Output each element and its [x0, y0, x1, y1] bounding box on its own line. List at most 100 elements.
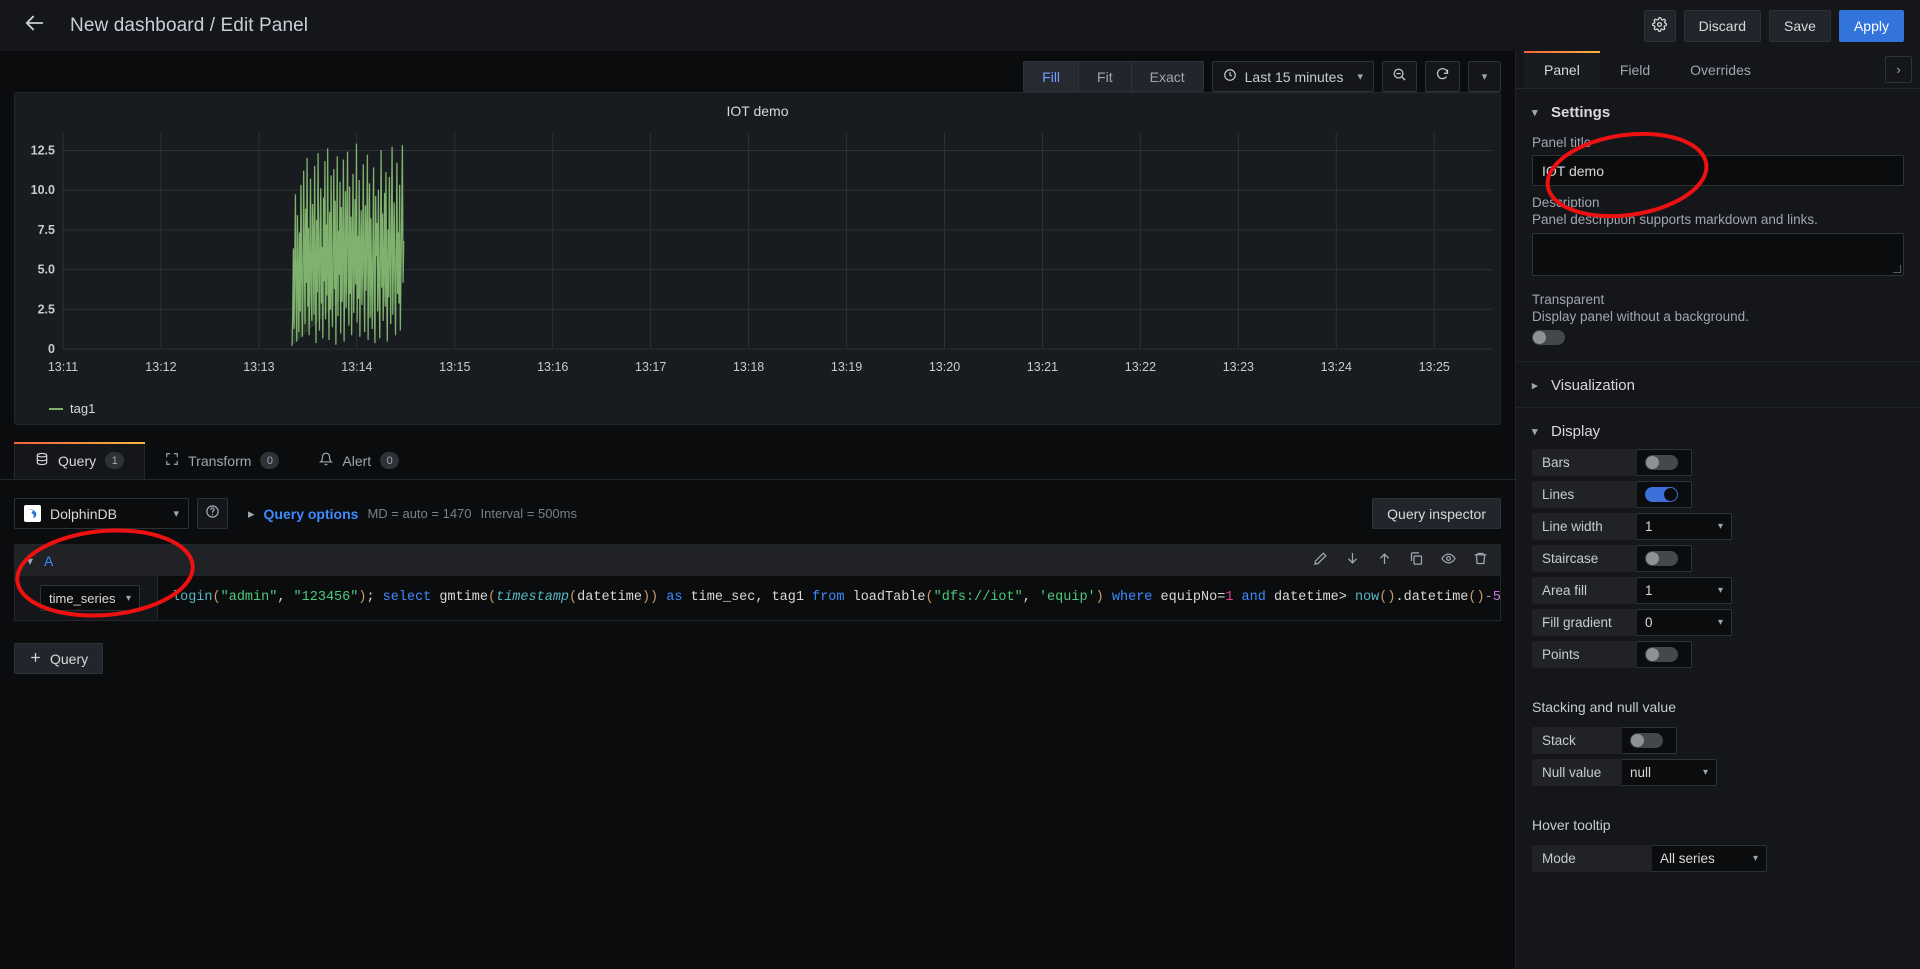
query-row-body: time_series ▾ login("admin", "123456"); … — [14, 576, 1501, 621]
chevron-down-icon: ▾ — [1718, 617, 1723, 628]
query-ref-id[interactable]: A — [44, 553, 53, 569]
tab-query[interactable]: Query 1 — [14, 442, 145, 479]
tab-alert-count: 0 — [380, 452, 399, 469]
panel-title-input[interactable]: IOT demo — [1532, 155, 1904, 186]
segment-fill[interactable]: Fill — [1023, 61, 1078, 92]
bars-toggle[interactable] — [1645, 455, 1678, 470]
zoom-out-button[interactable] — [1382, 61, 1417, 92]
display-option-rows: Bars Lines Line width 1 ▾ Staircase Area… — [1516, 445, 1920, 683]
svg-text:13:14: 13:14 — [341, 360, 372, 374]
description-textarea[interactable] — [1532, 233, 1904, 276]
arrow-left-icon — [24, 12, 46, 39]
query-options-toggle[interactable]: ▸ Query options MD = auto = 1470 Interva… — [248, 506, 577, 522]
option-row-fill-gradient: Fill gradient 0 ▾ — [1532, 609, 1920, 636]
query-code-input[interactable]: login("admin", "123456"); select gmtime(… — [157, 576, 1500, 620]
segment-exact[interactable]: Exact — [1131, 61, 1204, 92]
datasource-name: DolphinDB — [50, 506, 117, 522]
option-row-null-value: Null value null ▾ — [1532, 759, 1920, 786]
fill-gradient-value: 0 — [1645, 615, 1653, 630]
tab-overrides[interactable]: Overrides — [1670, 51, 1771, 88]
mode-select[interactable]: All series ▾ — [1652, 845, 1767, 872]
chevron-down-icon: ▾ — [173, 507, 179, 520]
hover-tooltip-option-rows: Mode All series ▾ — [1516, 841, 1920, 887]
interval-info: Interval = 500ms — [481, 506, 577, 521]
segment-fit[interactable]: Fit — [1078, 61, 1131, 92]
line-width-value: 1 — [1645, 519, 1653, 534]
panel-settings-button[interactable] — [1644, 10, 1676, 42]
duplicate-icon[interactable] — [1409, 551, 1424, 571]
svg-text:0: 0 — [48, 342, 55, 356]
query-inspector-button[interactable]: Query inspector — [1372, 498, 1501, 529]
question-circle-icon — [205, 504, 220, 524]
chart-legend[interactable]: tag1 — [49, 401, 95, 416]
option-control-staircase — [1637, 545, 1692, 572]
section-visualization: ▸ Visualization — [1516, 362, 1920, 408]
back-button[interactable] — [18, 9, 52, 43]
chevron-down-icon: ▾ — [1532, 106, 1542, 119]
chevron-down-icon[interactable]: ▾ — [27, 554, 33, 568]
tab-query-count: 1 — [105, 452, 124, 469]
clock-icon — [1223, 68, 1237, 85]
option-label-points: Points — [1532, 641, 1637, 668]
format-select[interactable]: time_series ▾ — [40, 585, 140, 611]
collapse-options-button[interactable]: › — [1885, 56, 1912, 83]
svg-text:13:18: 13:18 — [733, 360, 764, 374]
option-row-lines: Lines — [1532, 481, 1920, 508]
option-row-line-width: Line width 1 ▾ — [1532, 513, 1920, 540]
eye-icon[interactable] — [1441, 551, 1456, 571]
arrow-down-icon[interactable] — [1345, 551, 1360, 571]
chevron-down-icon: ▾ — [1532, 425, 1542, 438]
svg-text:12.5: 12.5 — [31, 143, 55, 157]
time-range-label: Last 15 minutes — [1245, 69, 1344, 85]
option-control-points — [1637, 641, 1692, 668]
svg-text:13:23: 13:23 — [1223, 360, 1254, 374]
section-visualization-header[interactable]: ▸ Visualization — [1532, 372, 1904, 399]
datasource-row: DolphinDB ▾ ▸ Query options MD = auto = … — [14, 498, 1501, 529]
chevron-right-icon: ▸ — [1532, 379, 1542, 392]
top-bar: New dashboard / Edit Panel Discard Save … — [0, 0, 1920, 51]
null-value-select[interactable]: null ▾ — [1622, 759, 1717, 786]
arrow-up-icon[interactable] — [1377, 551, 1392, 571]
lines-toggle[interactable] — [1645, 487, 1678, 502]
tab-alert[interactable]: Alert 0 — [299, 442, 419, 479]
tab-transform[interactable]: Transform 0 — [145, 442, 299, 479]
points-toggle[interactable] — [1645, 647, 1678, 662]
svg-text:2.5: 2.5 — [38, 302, 55, 316]
line-width-select[interactable]: 1 ▾ — [1637, 513, 1732, 540]
refresh-button[interactable] — [1425, 61, 1460, 92]
transparent-toggle[interactable] — [1532, 330, 1565, 345]
stack-toggle[interactable] — [1630, 733, 1663, 748]
options-tabs: Panel Field Overrides › — [1516, 51, 1920, 89]
pencil-icon[interactable] — [1313, 551, 1328, 571]
tab-panel[interactable]: Panel — [1524, 51, 1600, 88]
option-row-staircase: Staircase — [1532, 545, 1920, 572]
breadcrumb[interactable]: New dashboard / Edit Panel — [70, 15, 308, 37]
legend-label-tag1: tag1 — [70, 401, 95, 416]
datasource-picker[interactable]: DolphinDB ▾ — [14, 498, 189, 529]
trash-icon[interactable] — [1473, 551, 1488, 571]
visualization-panel: IOT demo 02.55.07.510.012.513:1113:1213:… — [14, 92, 1501, 425]
plus-icon — [29, 651, 42, 667]
chart-area[interactable]: 02.55.07.510.012.513:1113:1213:1313:1413… — [15, 123, 1502, 393]
option-label-fill-gradient: Fill gradient — [1532, 609, 1637, 636]
datasource-help-button[interactable] — [197, 498, 228, 529]
save-button[interactable]: Save — [1769, 10, 1831, 42]
svg-text:13:21: 13:21 — [1027, 360, 1058, 374]
section-settings-header[interactable]: ▾ Settings — [1532, 99, 1904, 126]
gear-icon — [1652, 17, 1667, 35]
chevron-right-icon: ▸ — [248, 506, 255, 522]
discard-button[interactable]: Discard — [1684, 10, 1761, 42]
tab-field[interactable]: Field — [1600, 51, 1670, 88]
apply-button[interactable]: Apply — [1839, 10, 1904, 42]
area-fill-select[interactable]: 1 ▾ — [1637, 577, 1732, 604]
section-display-header[interactable]: ▾ Display — [1532, 418, 1904, 445]
option-label-null-value: Null value — [1532, 759, 1622, 786]
option-label-staircase: Staircase — [1532, 545, 1637, 572]
add-query-button[interactable]: Query — [14, 643, 103, 674]
staircase-toggle[interactable] — [1645, 551, 1678, 566]
section-display: ▾ Display — [1516, 408, 1920, 445]
fill-gradient-select[interactable]: 0 ▾ — [1637, 609, 1732, 636]
mode-value: All series — [1660, 851, 1715, 866]
refresh-interval-dropdown[interactable]: ▾ — [1468, 61, 1501, 92]
time-range-picker[interactable]: Last 15 minutes ▾ — [1212, 61, 1374, 92]
